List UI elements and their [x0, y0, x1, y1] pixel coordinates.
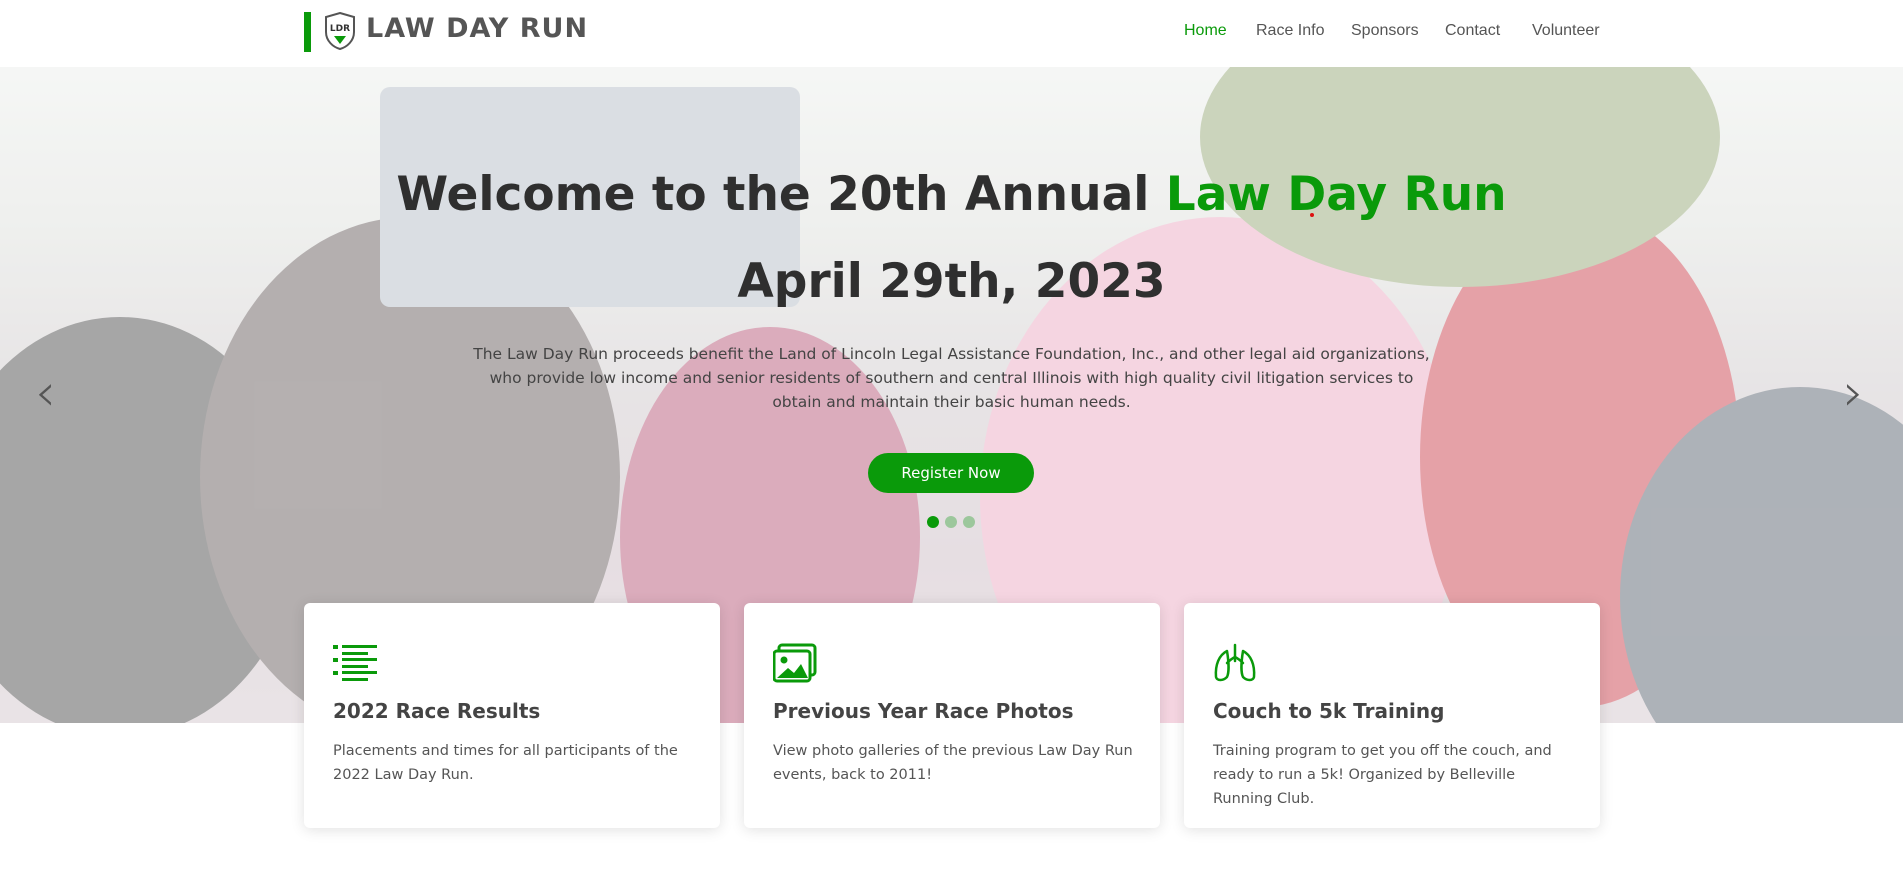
nav-race-info[interactable]: Race Info [1256, 22, 1324, 40]
card-title: Couch to 5k Training [1213, 699, 1445, 723]
nav-sponsors[interactable]: Sponsors [1351, 22, 1419, 40]
card-race-results[interactable]: 2022 Race Results Placements and times f… [304, 603, 720, 828]
card-description: Placements and times for all participant… [333, 743, 678, 783]
site-logo-text[interactable]: LAW DAY RUN [366, 13, 588, 44]
chevron-right-icon[interactable]: › [1843, 367, 1864, 419]
nav-volunteer[interactable]: Volunteer [1532, 22, 1600, 40]
carousel-dot-3[interactable] [963, 516, 975, 528]
hero-title-prefix: Welcome to the 20th Annual [396, 167, 1166, 222]
logo-badge-icon[interactable]: LDR [324, 12, 356, 50]
nav-contact[interactable]: Contact [1445, 22, 1500, 40]
card-description: Training program to get you off the couc… [1213, 743, 1552, 807]
nav-home[interactable]: Home [1184, 22, 1227, 40]
card-description: View photo galleries of the previous Law… [773, 743, 1133, 783]
card-title: 2022 Race Results [333, 699, 541, 723]
hero-date: April 29th, 2023 [737, 254, 1166, 309]
card-title: Previous Year Race Photos [773, 699, 1074, 723]
logo-badge-text: LDR [330, 24, 350, 34]
lungs-icon [1214, 643, 1256, 682]
site-header: LDR LAW DAY RUN Home Race Info Sponsors … [0, 0, 1903, 67]
card-race-photos[interactable]: Previous Year Race Photos View photo gal… [744, 603, 1160, 828]
logo-accent-bar [304, 12, 311, 52]
hero-description: The Law Day Run proceeds benefit the Lan… [473, 345, 1430, 411]
list-icon [333, 645, 377, 681]
image-icon [773, 643, 817, 683]
card-couch-to-5k[interactable]: Couch to 5k Training Training program to… [1184, 603, 1600, 828]
hero-title-highlight: Law Day Run [1165, 167, 1507, 222]
hero-title: Welcome to the 20th Annual Law Day Run [0, 167, 1903, 222]
register-now-button[interactable]: Register Now [868, 453, 1034, 493]
chevron-left-icon[interactable]: ‹ [35, 367, 56, 419]
carousel-dot-1[interactable] [927, 516, 939, 528]
carousel-dot-2[interactable] [945, 516, 957, 528]
